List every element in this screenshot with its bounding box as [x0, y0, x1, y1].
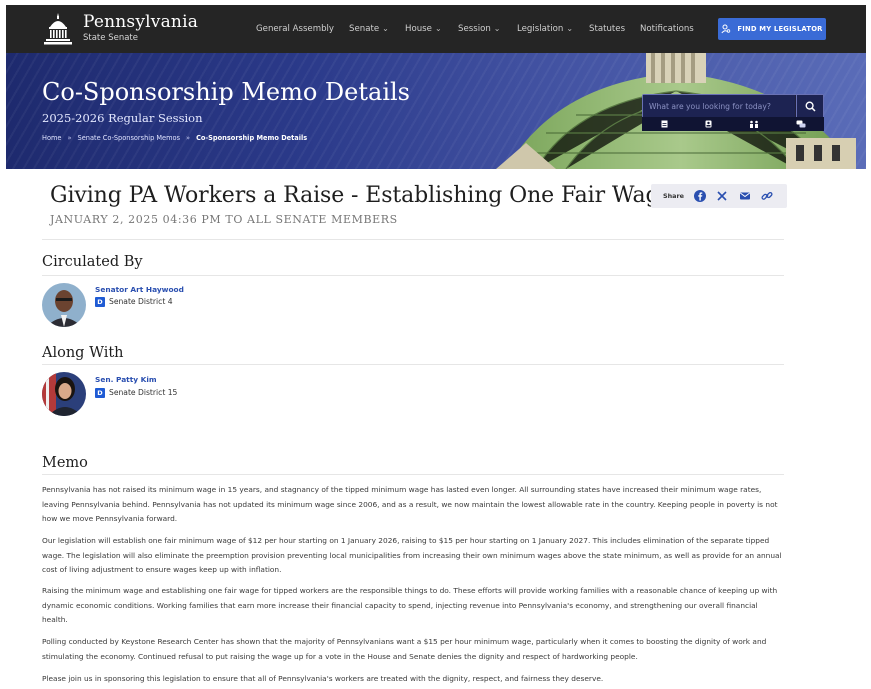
breadcrumb-current: Co-Sponsorship Memo Details [196, 134, 308, 142]
divider [42, 474, 784, 475]
chat-bubbles-icon[interactable] [796, 120, 806, 128]
chevron-down-icon: ⌄ [434, 24, 442, 33]
share-label: Share [663, 192, 684, 200]
nav-label: Senate [349, 24, 380, 34]
memo-date-line: JANUARY 2, 2025 04:36 PM TO ALL SENATE M… [50, 213, 398, 226]
breadcrumb-separator-icon: » [67, 134, 72, 142]
nav-senate[interactable]: Senate ⌄ [349, 24, 389, 34]
nav-legislation[interactable]: Legislation ⌄ [517, 24, 573, 34]
capitol-logo-icon[interactable] [44, 12, 72, 46]
nav-house[interactable]: House ⌄ [405, 24, 442, 34]
search-button[interactable] [796, 95, 823, 117]
session-label: 2025-2026 Regular Session [42, 111, 203, 125]
memo-paragraph: Our legislation will establish one fair … [42, 536, 782, 574]
breadcrumb-home-link[interactable]: Home [42, 134, 61, 142]
email-icon[interactable] [738, 189, 752, 203]
nav-notifications[interactable]: Notifications [640, 24, 694, 34]
circulator-name-link[interactable]: Senator Art Haywood [95, 285, 184, 294]
co-sponsor-name-link[interactable]: Sen. Patty Kim [95, 375, 157, 384]
memo-paragraph: Please join us in sponsoring this legisl… [42, 674, 604, 683]
find-my-legislator-button[interactable]: FIND MY LEGISLATOR [718, 18, 826, 40]
nav-label: Session [458, 24, 491, 34]
circulated-by-heading: Circulated By [42, 254, 143, 270]
link-icon[interactable] [760, 189, 774, 203]
nav-label: House [405, 24, 432, 34]
party-badge: D [95, 297, 105, 307]
along-with-heading: Along With [42, 345, 124, 361]
memo-paragraph: Polling conducted by Keystone Research C… [42, 637, 767, 661]
breadcrumb: Home » Senate Co-Sponsorship Memos » Co-Spon… [42, 134, 307, 142]
people-group-icon[interactable] [749, 120, 759, 128]
person-search-icon [721, 24, 731, 34]
page: Pennsylvania State Senate General Assemb… [0, 0, 871, 689]
chevron-down-icon: ⌄ [493, 24, 501, 33]
breadcrumb-separator-icon: » [186, 134, 191, 142]
nav-statutes[interactable]: Statutes [589, 24, 625, 34]
nav-label: General Assembly [256, 24, 335, 34]
facebook-icon[interactable] [693, 189, 707, 203]
memo-paragraph: Pennsylvania has not raised its minimum … [42, 485, 778, 523]
memo-title: Giving PA Workers a Raise - Establishing… [50, 183, 673, 208]
senate-district-label: Senate District 4 [109, 297, 173, 306]
divider [42, 275, 784, 276]
nav-session[interactable]: Session ⌄ [458, 24, 501, 34]
hero-banner: Co-Sponsorship Memo Details 2025-2026 Re… [6, 53, 866, 169]
nav-general-assembly[interactable]: General Assembly [256, 24, 334, 34]
nav-label: Statutes [589, 24, 626, 34]
find-my-legislator-label: FIND MY LEGISLATOR [737, 25, 823, 33]
quick-links-bar [642, 117, 824, 131]
nav-label: Notifications [640, 24, 694, 34]
memo-paragraph: Raising the minimum wage and establishin… [42, 586, 778, 624]
memo-heading: Memo [42, 455, 88, 471]
share-bar: Share [651, 184, 787, 208]
site-title[interactable]: Pennsylvania [83, 12, 198, 32]
nav-label: Legislation [517, 24, 564, 34]
search-box [642, 94, 824, 118]
document-icon[interactable] [661, 120, 668, 128]
avatar-art-haywood[interactable] [42, 283, 86, 327]
avatar-patty-kim[interactable] [42, 372, 86, 416]
page-title: Co-Sponsorship Memo Details [42, 78, 410, 106]
site-subtitle[interactable]: State Senate [83, 33, 138, 43]
contact-card-icon[interactable] [705, 120, 712, 128]
divider [42, 364, 784, 365]
x-twitter-icon[interactable] [715, 189, 729, 203]
breadcrumb-memos-link[interactable]: Senate Co-Sponsorship Memos [78, 134, 180, 142]
divider [42, 239, 784, 240]
search-input[interactable] [643, 95, 795, 117]
chevron-down-icon: ⌄ [566, 24, 574, 33]
party-badge: D [95, 388, 105, 398]
senate-district-label: Senate District 15 [109, 388, 178, 397]
chevron-down-icon: ⌄ [382, 24, 389, 33]
search-icon [804, 100, 816, 112]
top-nav-bar: Pennsylvania State Senate General Assemb… [6, 5, 866, 53]
